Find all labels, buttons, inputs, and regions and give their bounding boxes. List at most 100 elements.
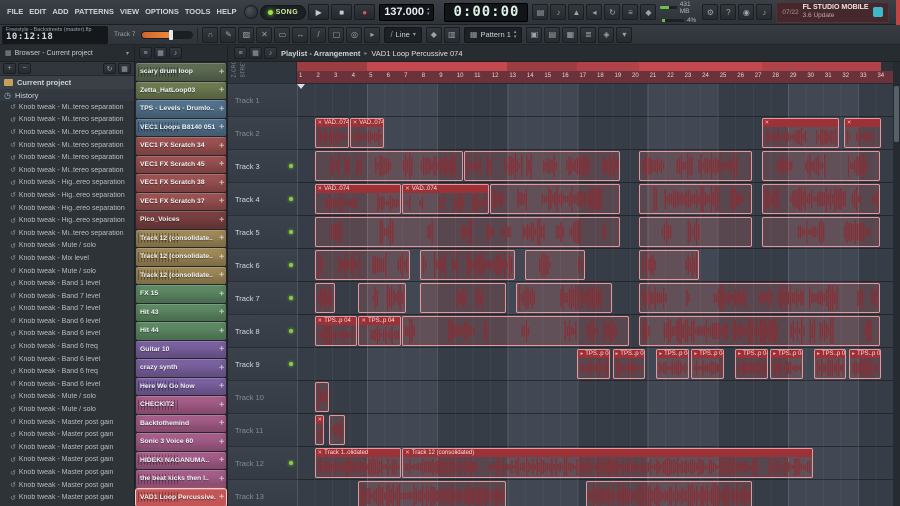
history-item[interactable]: ↺ Knob tweak - Mi..tereo separation — [0, 101, 134, 114]
menu-item-view[interactable]: VIEW — [117, 0, 142, 24]
record-button[interactable]: ● — [354, 4, 376, 20]
zcross-toggle[interactable]: Z-CROSS — [232, 62, 238, 77]
audio-clip[interactable] — [638, 250, 700, 280]
notification-panel[interactable]: 07/22 FL STUDIO MOBILE 3.6 Update — [776, 1, 889, 23]
channel-button[interactable]: TPS - Levels - Drumlo.. ✚ — [136, 100, 226, 118]
snap-magnet-icon[interactable]: ∩ — [202, 26, 219, 43]
menu-item-add[interactable]: ADD — [49, 0, 71, 24]
track-header[interactable]: Track 3 — [228, 150, 297, 183]
channel-button[interactable]: HIDEKI NAGANUMA.. ✚ — [136, 451, 226, 469]
playlist-grid-icon[interactable]: ▦ — [249, 47, 262, 59]
refresh-icon[interactable]: ↻ — [103, 63, 116, 74]
loop-record-icon[interactable]: ↻ — [604, 4, 621, 20]
playlist-grid[interactable]: ✕ VAD..074 ✕ VAD..074 ✕ ✕ ✕ VAD..074 ✕ VAD..074 ✕ T… — [297, 84, 893, 506]
channel-button[interactable]: Hit 43 ✚ — [136, 303, 226, 321]
channel-button[interactable]: Track 12 (consolidate.. ✚ — [136, 266, 226, 284]
timeline-marker[interactable] — [507, 62, 578, 71]
marker-add-icon[interactable]: ◆ — [425, 26, 442, 43]
track-header[interactable]: Track 11 — [228, 414, 297, 447]
settings-gear-icon[interactable]: ⚙ — [702, 4, 719, 20]
history-item[interactable]: ↺ Knob tweak - Master post gain — [0, 428, 134, 441]
history-item[interactable]: ↺ Knob tweak - Band 7 level — [0, 290, 134, 303]
tempo-display[interactable]: 137.000 ▴ ▾ — [379, 3, 435, 21]
playlist-header[interactable]: ≡ ▦ ♪ Playlist - Arrangement ▸ VAD1 Loop P… — [228, 45, 900, 61]
history-item[interactable]: ↺ Knob tweak - Mi..tereo separation — [0, 164, 134, 177]
channel-button[interactable]: scary drum loop ✚ — [136, 63, 226, 81]
timeline-marker[interactable] — [367, 62, 508, 71]
track-header[interactable]: Track 13 — [228, 480, 297, 506]
audio-clip[interactable] — [516, 283, 612, 313]
audio-clip[interactable]: ▸TPS..p 04 — [612, 349, 645, 379]
history-item[interactable]: ↺ Knob tweak - Hig..ereo separation — [0, 177, 134, 190]
channel-button[interactable]: VEC1 FX Scratch 34 ✚ — [136, 137, 226, 155]
history-item[interactable]: ↺ Knob tweak - Master post gain — [0, 466, 134, 479]
menu-item-options[interactable]: OPTIONS — [142, 0, 182, 24]
history-item[interactable]: ↺ Knob tweak - Master post gain — [0, 416, 134, 429]
menu-item-help[interactable]: HELP — [214, 0, 240, 24]
audio-clip[interactable] — [314, 283, 335, 313]
track-header[interactable]: Track 4 — [228, 183, 297, 216]
audio-clip[interactable] — [524, 250, 586, 280]
about-icon[interactable]: ◉ — [738, 4, 755, 20]
audio-clip[interactable] — [358, 481, 507, 506]
history-item[interactable]: ↺ Knob tweak - Mute / solo — [0, 403, 134, 416]
timeline-marker[interactable] — [297, 62, 368, 71]
audio-clip[interactable]: ✕ — [314, 415, 325, 445]
film-strip-icon[interactable]: ▦ — [562, 26, 579, 43]
audio-clip[interactable] — [314, 382, 330, 412]
audio-clip[interactable]: ✕ VAD..074 — [314, 118, 349, 148]
channel-button[interactable]: Pico_Voices ✚ — [136, 211, 226, 229]
audio-clip[interactable] — [402, 316, 630, 346]
audio-clip[interactable]: ▸TPS..p 04 — [577, 349, 610, 379]
history-item[interactable]: ↺ Knob tweak - Hig..ereo separation — [0, 214, 134, 227]
master-volume-knob[interactable] — [243, 5, 258, 19]
audio-clip[interactable] — [358, 283, 407, 313]
audio-clip[interactable] — [314, 250, 410, 280]
picker-filter-icon[interactable]: ▦ — [154, 47, 167, 59]
history-item[interactable]: ↺ Knob tweak - Mi..tereo separation — [0, 151, 134, 164]
audio-clip[interactable]: ▸TPS..p 04 — [691, 349, 724, 379]
history-item[interactable]: ↺ Knob tweak - Band 6 freq — [0, 340, 134, 353]
arrangement-picker-icon[interactable]: ▣ — [526, 26, 543, 43]
playhead-marker[interactable] — [297, 84, 305, 89]
audio-clip[interactable] — [638, 151, 752, 181]
clip-source-icon[interactable]: ▤ — [544, 26, 561, 43]
scrollbar-thumb[interactable] — [894, 86, 899, 142]
history-item[interactable]: ↺ Knob tweak - Band 6 level — [0, 315, 134, 328]
timeline-ruler[interactable]: 1 2 3 4 5 6 7 8 9 10 11 12 13 14 15 16 17 18 19 20 21 22 23 24 2… — [297, 62, 893, 84]
audio-clip[interactable]: ✕ TPS..p 04 — [358, 316, 402, 346]
history-item[interactable]: ↺ Knob tweak - Band 6 level — [0, 328, 134, 341]
stretch-toggle[interactable]: STRETCH — [241, 62, 247, 77]
track-header[interactable]: Track 6 — [228, 249, 297, 282]
track-header[interactable]: Track 5 — [228, 216, 297, 249]
audio-clip[interactable] — [419, 283, 507, 313]
metronome-icon[interactable]: ▲ — [568, 4, 585, 20]
paint-tool-icon[interactable]: ▨ — [238, 26, 255, 43]
history-item[interactable]: ↺ Knob tweak - Hig..ereo separation — [0, 202, 134, 215]
history-item[interactable]: ↺ Knob tweak - Mi..tereo separation — [0, 126, 134, 139]
history-item[interactable]: ↺ Knob tweak - Master post gain — [0, 491, 134, 504]
browser-view-icon[interactable]: ▦ — [118, 63, 131, 74]
channel-button[interactable]: VEC1 FX Scratch 45 ✚ — [136, 155, 226, 173]
help-icon[interactable]: ? — [720, 4, 737, 20]
channel-button[interactable]: CHECKIT2 ✚ — [136, 396, 226, 414]
channel-button[interactable]: crazy synth ✚ — [136, 359, 226, 377]
channel-button[interactable]: Sonic 3 Voice 60 ✚ — [136, 433, 226, 451]
history-item[interactable]: ↺ Knob tweak - Band 6 level — [0, 353, 134, 366]
audio-clip[interactable] — [761, 217, 880, 247]
audio-clip[interactable] — [638, 184, 752, 214]
history-item[interactable]: ↺ Knob tweak - Mix level — [0, 252, 134, 265]
audio-clip[interactable] — [638, 316, 880, 346]
channel-button[interactable]: Guitar 10 ✚ — [136, 340, 226, 358]
track-header[interactable]: Track 2 — [228, 117, 297, 150]
channel-button[interactable]: Zetta_HatLoop03 ✚ — [136, 81, 226, 99]
track-header[interactable]: Track 10 — [228, 381, 297, 414]
grid-color-icon[interactable]: ▥ — [443, 26, 460, 43]
audio-clip[interactable]: ▸TPS..p 04 — [849, 349, 882, 379]
history-item[interactable]: ↺ Knob tweak - Mi..tereo separation — [0, 139, 134, 152]
channel-button[interactable]: Track 12 (consolidate.. ✚ — [136, 229, 226, 247]
audio-clip[interactable]: ▸TPS..p 04 — [814, 349, 847, 379]
track-header[interactable]: Track 9 — [228, 348, 297, 381]
tempo-stepper[interactable]: ▴ ▾ — [427, 7, 430, 17]
history-item[interactable]: ↺ Knob tweak - Mute / solo — [0, 391, 134, 404]
